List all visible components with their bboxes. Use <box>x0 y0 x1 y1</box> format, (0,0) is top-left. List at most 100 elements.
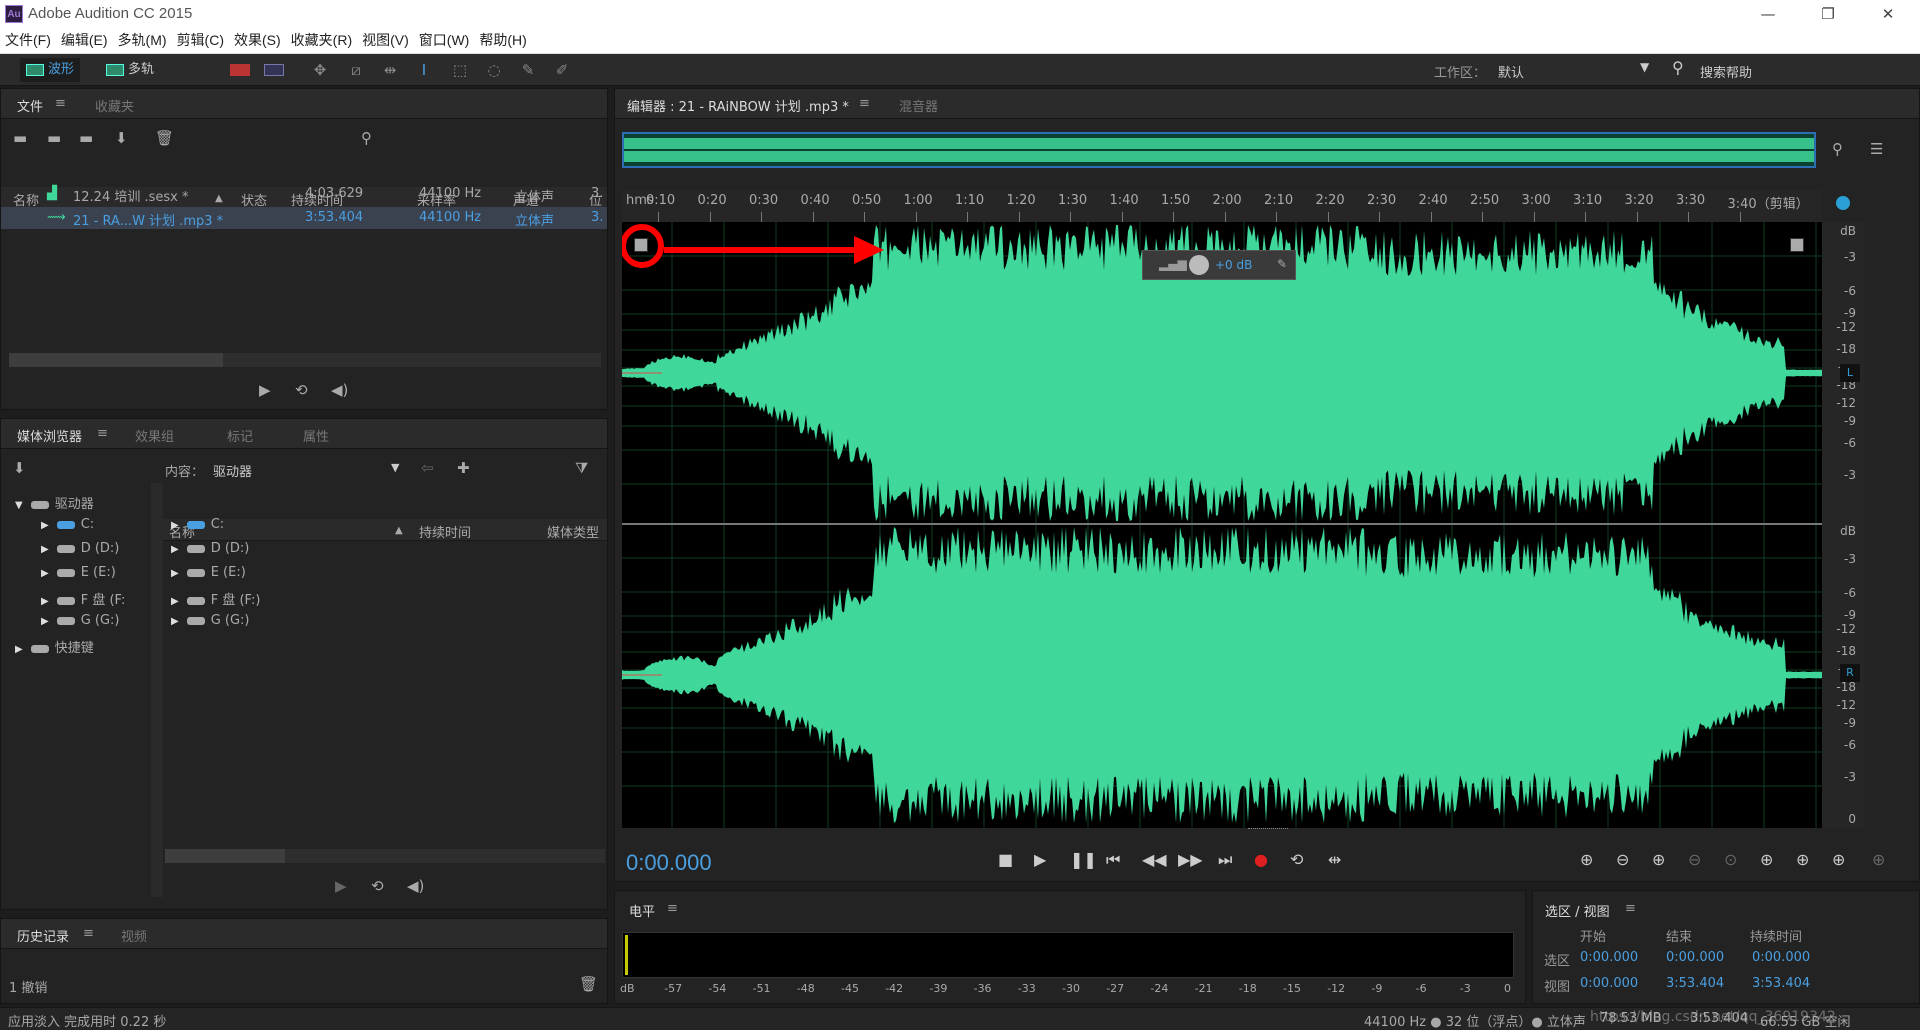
channel-right-badge[interactable]: R <box>1840 664 1860 682</box>
list-item[interactable]: ▶ C: <box>171 517 224 532</box>
hud-gain[interactable]: ▂▄▆ +0 dB ✎ <box>1142 250 1296 280</box>
time-ruler[interactable]: hms 0:10 0:20 0:30 0:40 0:50 1:00 1:10 1:20 1:30… <box>622 190 1822 222</box>
tab-editor[interactable]: 编辑器 : 21 - RAiNBOW 计划 .mp3 * <box>627 96 849 115</box>
chevron-down-icon[interactable]: ▼ <box>1640 60 1649 74</box>
search-icon[interactable]: ⚲ <box>361 129 372 147</box>
tab-video[interactable]: 视频 <box>121 926 147 945</box>
zoom-navigator-icon[interactable]: ⚲ <box>1832 140 1843 158</box>
current-time-display[interactable]: 0:00.000 <box>626 850 712 876</box>
time-selection-tool-icon[interactable]: I <box>414 60 434 80</box>
playhead-lock-icon[interactable] <box>1836 196 1850 210</box>
tab-markers[interactable]: 标记 <box>227 426 253 445</box>
trash-icon[interactable]: 🗑 <box>579 975 598 993</box>
workspace-select[interactable]: 默认 <box>1498 62 1524 81</box>
selection-start[interactable]: 0:00.000 <box>1580 950 1638 965</box>
close-button[interactable]: ✕ <box>1868 3 1908 25</box>
waveform-display[interactable]: ▂▄▆ +0 dB ✎ <box>622 222 1822 828</box>
view-start[interactable]: 0:00.000 <box>1580 976 1638 991</box>
record-button[interactable]: ● <box>1254 850 1268 869</box>
menu-file[interactable]: 文件(F) <box>0 28 56 52</box>
horizontal-scrollbar[interactable] <box>165 849 605 863</box>
filter-icon[interactable]: ⧩ <box>575 459 588 477</box>
move-tool-icon[interactable]: ✥ <box>310 60 330 80</box>
selection-duration[interactable]: 0:00.000 <box>1752 950 1810 965</box>
tree-e[interactable]: ▶ E (E:) <box>41 565 116 580</box>
fade-out-handle[interactable] <box>1790 238 1804 252</box>
fast-forward-button[interactable]: ▶▶ <box>1178 850 1203 869</box>
zoom-out-amplitude-icon[interactable]: ⊖ <box>1616 850 1629 869</box>
insert-icon[interactable]: ⬇ <box>115 129 128 147</box>
chevron-down-icon[interactable]: ▼ <box>391 461 399 474</box>
horizontal-scrollbar[interactable] <box>9 353 601 367</box>
brush-tool-icon[interactable]: ✎ <box>518 60 538 80</box>
view-end[interactable]: 3:53.404 <box>1666 976 1724 991</box>
autoplay-icon[interactable]: ◀) <box>331 381 348 399</box>
drive-add-icon[interactable]: ⬇ <box>13 459 26 477</box>
add-shortcut-icon[interactable]: ✚ <box>457 459 470 477</box>
razor-tool-icon[interactable]: ⧄ <box>346 60 366 80</box>
selection-end[interactable]: 0:00.000 <box>1666 950 1724 965</box>
panel-menu-icon[interactable]: ≡ <box>859 96 870 111</box>
loop-icon[interactable]: ⟲ <box>371 877 384 895</box>
skip-selection-button[interactable]: ⇹ <box>1328 850 1341 869</box>
tab-files[interactable]: 文件 <box>17 96 43 115</box>
zoom-in-amplitude-icon[interactable]: ⊕ <box>1580 850 1593 869</box>
tree-drives[interactable]: ▼ 驱动器 <box>15 493 94 512</box>
menu-favorites[interactable]: 收藏夹(R) <box>286 28 357 52</box>
list-item[interactable]: ▶ G (G:) <box>171 613 250 628</box>
tab-properties[interactable]: 属性 <box>303 426 329 445</box>
restore-button[interactable]: ❐ <box>1808 3 1848 25</box>
search-help-input[interactable]: 搜索帮助 <box>1700 62 1752 81</box>
zoom-in-point-icon[interactable]: ⊕ <box>1760 850 1773 869</box>
tree-f[interactable]: ▶ F 盘 (F: <box>41 589 125 608</box>
panel-menu-icon[interactable]: ≡ <box>83 926 94 941</box>
spot-healing-tool-icon[interactable]: ✐ <box>552 60 572 80</box>
pause-button[interactable]: ❚❚ <box>1070 850 1097 869</box>
tab-media-browser[interactable]: 媒体浏览器 <box>17 426 82 445</box>
col-duration[interactable]: 持续时间 <box>419 522 471 541</box>
zoom-out-point-icon[interactable]: ⊕ <box>1796 850 1809 869</box>
waveform-mode-button[interactable]: 波形 <box>20 58 81 82</box>
tab-mixer[interactable]: 混音器 <box>899 96 938 115</box>
play-icon[interactable]: ▶ <box>335 877 347 895</box>
list-item[interactable]: ▶ D (D:) <box>171 541 249 556</box>
sort-up-icon[interactable]: ▲ <box>395 525 403 536</box>
splitter[interactable] <box>151 483 163 897</box>
pin-icon[interactable]: ✎ <box>1277 257 1287 271</box>
zoom-reset-icon[interactable]: ⊕ <box>1872 850 1885 869</box>
rewind-button[interactable]: ◀◀ <box>1142 850 1167 869</box>
import-icon[interactable]: ▬ <box>47 129 61 147</box>
spectral-frequency-icon[interactable] <box>230 64 250 76</box>
menu-effects[interactable]: 效果(S) <box>229 28 286 52</box>
panel-menu-icon[interactable]: ≡ <box>55 96 66 111</box>
loop-playback-button[interactable]: ⟲ <box>1290 850 1303 869</box>
resize-grip[interactable] <box>1248 828 1288 834</box>
play-button[interactable]: ▶ <box>1034 850 1046 869</box>
spectral-pitch-icon[interactable] <box>264 64 284 76</box>
file-row-selected[interactable]: ⟿ 21 - RA...W 计划 .mp3 * 3:53.404 44100 H… <box>1 207 607 229</box>
autoplay-icon[interactable]: ◀) <box>407 877 424 895</box>
skip-forward-button[interactable]: ⏭ <box>1218 850 1232 870</box>
open-folder-icon[interactable]: ▬ <box>13 129 27 147</box>
zoom-out-time-icon[interactable]: ⊖ <box>1688 850 1701 869</box>
menu-multitrack[interactable]: 多轨(M) <box>113 28 172 52</box>
marquee-tool-icon[interactable]: ⬚ <box>450 60 470 80</box>
zoom-selection-icon[interactable]: ⊕ <box>1832 850 1845 869</box>
new-file-icon[interactable]: ▬ <box>79 129 93 147</box>
menu-view[interactable]: 视图(V) <box>357 28 414 52</box>
zoom-in-time-icon[interactable]: ⊕ <box>1652 850 1665 869</box>
zoom-full-icon[interactable]: ⊙ <box>1724 850 1737 869</box>
panel-menu-icon[interactable]: ≡ <box>97 426 108 441</box>
tree-c[interactable]: ▶ C: <box>41 517 94 532</box>
menu-clip[interactable]: 剪辑(C) <box>172 28 229 52</box>
loop-icon[interactable]: ⟲ <box>295 381 308 399</box>
play-icon[interactable]: ▶ <box>259 381 271 399</box>
view-duration[interactable]: 3:53.404 <box>1752 976 1810 991</box>
menu-edit[interactable]: 编辑(E) <box>56 28 113 52</box>
lasso-tool-icon[interactable]: ◌ <box>484 60 504 80</box>
tree-d[interactable]: ▶ D (D:) <box>41 541 119 556</box>
tree-shortcuts[interactable]: ▶ 快捷键 <box>15 637 94 656</box>
list-item[interactable]: ▶ E (E:) <box>171 565 246 580</box>
multitrack-mode-button[interactable]: 多轨 <box>100 58 160 82</box>
channel-left-badge[interactable]: L <box>1840 364 1860 382</box>
